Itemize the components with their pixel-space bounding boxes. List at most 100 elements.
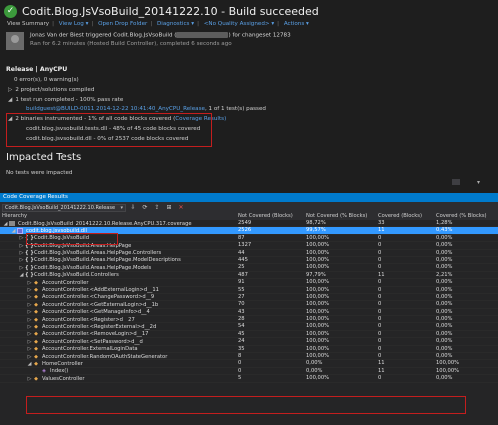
not-covered-pct-cell: 100,00% [306, 264, 330, 271]
projects-line[interactable]: ▷ 2 project/solutions compiled [8, 87, 94, 93]
table-row[interactable]: ◢ Codit.Blog.JsVsoBuild_20141222.10.Relea… [0, 220, 498, 228]
coverage-file-icon [9, 220, 15, 227]
export-icon[interactable]: ⇪ [152, 204, 162, 212]
class-icon: ◆ [34, 338, 38, 345]
table-row[interactable]: ▷ ◆ AccountController.ExternalLoginData 35 1… [0, 345, 498, 354]
col-hierarchy[interactable]: Hierarchy [0, 213, 236, 220]
nav-view-summary[interactable]: View Summary [7, 21, 49, 27]
table-row[interactable]: ▷{ } Codit.Blog.JsVsoBuild.Areas.HelpPage… [0, 256, 498, 265]
build-title: Codit.Blog.JsVsoBuild_20141222.10 - Buil… [22, 4, 319, 18]
expand-icon[interactable]: ▷ [26, 339, 33, 345]
test-run-link[interactable]: buildguest@BUILD-0011 2014-12-22 10:41:4… [26, 106, 205, 112]
expand-icon[interactable]: ▷ [26, 376, 33, 382]
table-row[interactable]: ▷ ◆ AccountController 91 100,00% 0 0,00% [0, 279, 498, 287]
covered-blocks-cell: 0 [378, 242, 382, 249]
table-row[interactable]: ▷{ } Codit.Blog.JsVsoBuild.Areas.HelpPage… [0, 250, 498, 257]
expand-icon[interactable]: ▷ [26, 331, 33, 337]
not-covered-pct-cell: 100,00% [306, 234, 330, 241]
col-not-covered-blocks[interactable]: Not Covered (Blocks) [236, 213, 304, 220]
expand-icon[interactable]: ▷ [26, 294, 33, 300]
hierarchy-cell: ▷ ◆ AccountController.<GetManageInfo>d__4 [0, 309, 236, 315]
expand-icon[interactable]: ▷ [18, 257, 25, 263]
covered-blocks-cell: 0 [378, 249, 382, 256]
test-run-line: buildguest@BUILD-0011 2014-12-22 10:41:4… [26, 106, 266, 112]
expand-icon[interactable]: ▷ [26, 346, 33, 352]
covered-pct-cell: 1,28% [436, 220, 453, 226]
table-row[interactable]: ▷ ◆ AccountController.<AddExternalLogin>d_… [0, 287, 498, 294]
collapse-icon[interactable]: ◢ [2, 221, 9, 227]
covered-pct-cell: 0,00% [436, 330, 453, 337]
nav-quality[interactable]: <No Quality Assigned> [204, 21, 270, 27]
table-row[interactable]: ▷ ◆ AccountController.<ChangePassword>d__9… [0, 294, 498, 302]
nav-view-log[interactable]: View Log [59, 21, 84, 27]
table-row[interactable]: ▷ ◆ AccountController.<SetPassword>d__d 24 1… [0, 338, 498, 346]
table-row[interactable]: ▷{ } Codit.Blog.JsVsoBuild.Areas.HelpPage… [0, 264, 498, 272]
not-covered-blocks-cell: 70 [238, 301, 245, 308]
covered-pct-cell: 0,00% [436, 256, 453, 263]
expand-icon[interactable]: ▷ [8, 87, 12, 93]
nav-actions[interactable]: Actions [284, 21, 304, 27]
not-covered-blocks-cell: 0 [238, 367, 242, 374]
scroll-down-icon[interactable]: ▾ [477, 179, 485, 186]
hierarchy-cell: ▷ ◆ AccountController.ExternalLoginData [0, 346, 236, 352]
expand-icon[interactable]: ▷ [26, 280, 33, 286]
table-row[interactable]: ▷ ◆ AccountController.<GetExternalLogin>d_… [0, 301, 498, 309]
namespace-icon: { } [25, 264, 34, 271]
collapse-icon[interactable]: ◢ [8, 97, 12, 103]
not-covered-blocks-cell: 8 [238, 353, 242, 360]
expand-icon[interactable]: ▷ [26, 287, 33, 293]
collapse-icon[interactable]: ◢ [18, 272, 25, 278]
expand-icon[interactable]: ▷ [18, 243, 25, 249]
col-covered-blocks[interactable]: Covered (Blocks) [376, 213, 434, 220]
expand-icon[interactable]: ▷ [18, 235, 25, 241]
tests-text: 1 test run completed - 100% pass rate [15, 97, 124, 103]
covered-pct-cell: 0,00% [436, 234, 453, 241]
expand-icon[interactable]: ▷ [18, 265, 25, 271]
coverage-run-select[interactable]: Codit.Blog.JsVsoBuild_20141222.10.Releas… [2, 203, 126, 212]
scroll-thumb[interactable] [452, 179, 460, 185]
class-icon: ◆ [34, 279, 38, 286]
expand-icon[interactable]: ▷ [26, 354, 33, 360]
class-icon: ◆ [34, 353, 38, 360]
col-covered-pct[interactable]: Covered (% Blocks) [434, 213, 498, 220]
covered-blocks-cell: 33 [378, 220, 385, 226]
not-covered-blocks-cell: 24 [238, 338, 245, 345]
table-row[interactable]: ▷ ◆ AccountController.RandomOAuthStateGene… [0, 353, 498, 361]
expand-icon[interactable]: ▷ [18, 250, 25, 256]
expand-icon[interactable]: ▷ [26, 309, 33, 315]
projects-text: 2 project/solutions compiled [15, 87, 95, 93]
covered-blocks-cell: 0 [378, 323, 382, 330]
coverage-toolbar: Codit.Blog.JsVsoBuild_20141222.10.Releas… [0, 202, 498, 213]
table-row[interactable]: ◢ ◆ HomeController 0 0,00% 11 100,00% [0, 360, 498, 368]
collapse-icon[interactable]: ◢ [26, 361, 33, 367]
not-covered-blocks-cell: 5 [238, 375, 242, 382]
tests-line[interactable]: ◢ 1 test run completed - 100% pass rate [8, 97, 123, 103]
hierarchy-cell: ◈ Index() [0, 368, 236, 374]
method-icon: ◈ [42, 368, 46, 375]
collapse-icon[interactable]: ◢ [10, 228, 17, 234]
covered-blocks-cell: 0 [378, 286, 382, 293]
not-covered-blocks-cell: 35 [238, 345, 245, 352]
refresh-icon[interactable]: ⟳ [140, 204, 150, 212]
highlight-box [6, 113, 212, 147]
covered-pct-cell: 0,00% [436, 242, 453, 249]
table-row[interactable]: ▷ ◆ AccountController.<GetManageInfo>d__4 4… [0, 308, 498, 317]
table-row[interactable]: ▷ ◆ AccountController.<RegisterExternal>d_… [0, 323, 498, 331]
table-row[interactable]: ▷ ◆ AccountController.<RemoveLogin>d__17 45… [0, 330, 498, 339]
covered-pct-cell: 0,00% [436, 308, 453, 315]
table-row[interactable]: ◈ Index() 0 0,00% 11 100,00% [0, 367, 498, 376]
remove-icon[interactable]: ✕ [176, 204, 186, 212]
merge-icon[interactable]: ⊞ [164, 204, 174, 212]
import-icon[interactable]: ⇩ [128, 204, 138, 212]
node-label: AccountController [42, 279, 89, 286]
table-row[interactable]: ▷ ◆ ValuesController 5 100,00% 0 0,00% [0, 375, 498, 383]
table-row[interactable]: ◢{ } Codit.Blog.JsVsoBuild.Controllers 487… [0, 272, 498, 280]
expand-icon[interactable]: ▷ [26, 302, 33, 308]
nav-open-drop-folder[interactable]: Open Drop Folder [98, 21, 147, 27]
nav-diagnostics[interactable]: Diagnostics [157, 21, 189, 27]
covered-pct-cell: 0,00% [436, 279, 453, 286]
col-not-covered-pct[interactable]: Not Covered (% Blocks) [304, 213, 376, 220]
expand-icon[interactable]: ▷ [26, 317, 33, 323]
expand-icon[interactable]: ▷ [26, 324, 33, 330]
table-row[interactable]: ▷ ◆ AccountController.<Register>d__27 28 100… [0, 316, 498, 324]
